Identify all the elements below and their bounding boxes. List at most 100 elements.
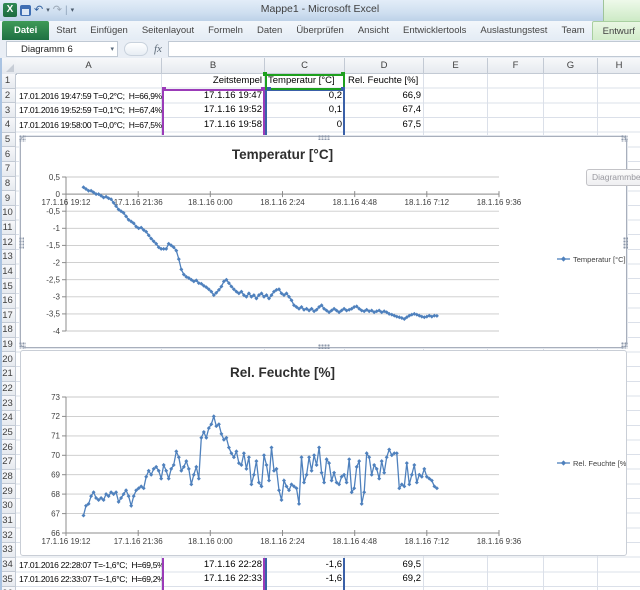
column-header-a[interactable]: A [16,58,162,74]
tab-formeln[interactable]: Formeln [201,21,250,40]
row-header-35[interactable]: 35 [0,572,16,587]
row-header-30[interactable]: 30 [0,499,16,514]
tab-daten[interactable]: Daten [250,21,289,40]
svg-text:18.1.16 9:36: 18.1.16 9:36 [477,537,522,546]
tab-ansicht[interactable]: Ansicht [351,21,396,40]
row-header-33[interactable]: 33 [0,543,16,558]
row-header-23[interactable]: 23 [0,396,16,411]
column-header-b[interactable]: B [162,58,265,74]
tab-team[interactable]: Team [554,21,591,40]
name-box-dropdown-icon[interactable]: ▾ [110,45,114,53]
row-header-27[interactable]: 27 [0,455,16,470]
row-header-29[interactable]: 29 [0,484,16,499]
worksheet-grid[interactable]: ABCDEFGH12345678910111213141516171819202… [0,58,640,590]
chart-resize-handle-top[interactable] [318,135,330,140]
row-header-7[interactable]: 7 [0,162,16,177]
row-header-3[interactable]: 3 [0,103,16,118]
row-header-20[interactable]: 20 [0,352,16,367]
svg-text:70: 70 [51,451,60,460]
row-header-5[interactable]: 5 [0,133,16,148]
column-header-d[interactable]: D [345,58,424,74]
row-header-15[interactable]: 15 [0,279,16,294]
svg-text:67: 67 [51,509,60,518]
tab-datei[interactable]: Datei [2,21,49,40]
chart-resize-handle-bottomleft[interactable] [19,342,26,349]
cell-A2[interactable]: 17.01.2016 19:47:59 T=0,2°C; H=66,9%; [16,89,162,104]
cell-A34[interactable]: 17.01.2016 22:28:07 T=-1,6°C; H=69,5%; [16,558,162,573]
svg-text:18.1.16 4:48: 18.1.16 4:48 [332,537,377,546]
window-title: Mappe1 - Microsoft Excel [0,3,640,15]
range-handle [341,87,345,91]
chart-resize-handle-right[interactable] [623,237,628,249]
insert-function-icon[interactable]: fx [154,43,162,55]
svg-text:68: 68 [51,490,60,499]
cell-D3[interactable]: 67,4 [345,103,424,118]
chart-rel-feuchte[interactable]: Rel. Feuchte [%]737271706968676617.1.16 … [20,350,627,556]
chart-temperatur[interactable]: Temperatur [°C]0,50-0,5-1-1,5-2-2,5-3-3,… [20,136,627,348]
row-header-28[interactable]: 28 [0,470,16,485]
row-header-6[interactable]: 6 [0,147,16,162]
row-header-8[interactable]: 8 [0,177,16,192]
row-header-2[interactable]: 2 [0,89,16,104]
row-header-4[interactable]: 4 [0,118,16,133]
tab-auslastungstest[interactable]: Auslastungstest [473,21,554,40]
row-header-25[interactable]: 25 [0,426,16,441]
column-header-h[interactable]: H [598,58,640,74]
ribbon-tab-bar: Datei StartEinfügenSeitenlayoutFormelnDa… [0,21,640,41]
select-all-corner[interactable] [0,58,17,75]
cell-A3[interactable]: 17.01.2016 19:52:59 T=0,1°C; H=67,4%; [16,103,162,118]
svg-text:72: 72 [51,412,60,421]
row-header-13[interactable]: 13 [0,250,16,265]
tab-entwicklertools[interactable]: Entwicklertools [396,21,473,40]
row-header-24[interactable]: 24 [0,411,16,426]
chart-resize-handle-topleft[interactable] [19,135,26,142]
tab-start[interactable]: Start [49,21,83,40]
row-header-14[interactable]: 14 [0,265,16,280]
title-bar: X ↶▾ ↷ |▾ Mappe1 - Microsoft Excel [0,0,640,22]
svg-text:Rel. Feuchte [%]: Rel. Feuchte [%] [573,459,626,468]
row-header-26[interactable]: 26 [0,440,16,455]
row-header-18[interactable]: 18 [0,323,16,338]
row-header-17[interactable]: 17 [0,309,16,324]
tab-überprüfen[interactable]: Überprüfen [289,21,351,40]
tab-seitenlayout[interactable]: Seitenlayout [135,21,201,40]
cell-D2[interactable]: 66,9 [345,89,424,104]
name-box[interactable]: Diagramm 6 ▾ [6,41,118,57]
chart-resize-handle-bottom[interactable] [318,344,330,349]
row-header-32[interactable]: 32 [0,528,16,543]
cell-D4[interactable]: 67,5 [345,118,424,133]
chart-resize-handle-left[interactable] [19,237,24,249]
cell-A4[interactable]: 17.01.2016 19:58:00 T=0,0°C; H=67,5%; [16,118,162,133]
chart-resize-handle-topright[interactable] [621,135,628,142]
cell-A35[interactable]: 17.01.2016 22:33:07 T=-1,6°C; H=69,2%; [16,572,162,587]
source-range-name [265,74,345,90]
chart-resize-handle-bottomright[interactable] [621,342,628,349]
formula-input[interactable] [168,41,640,57]
formula-bar: Diagramm 6 ▾ fx [0,40,640,59]
cell-D35[interactable]: 69,2 [345,572,424,587]
row-header-34[interactable]: 34 [0,558,16,573]
row-header-31[interactable]: 31 [0,514,16,529]
row-header-11[interactable]: 11 [0,221,16,236]
row-header-12[interactable]: 12 [0,235,16,250]
row-header-1[interactable]: 1 [0,74,16,89]
row-header-9[interactable]: 9 [0,191,16,206]
row-header-16[interactable]: 16 [0,294,16,309]
svg-text:18.1.16 2:24: 18.1.16 2:24 [260,537,305,546]
column-header-g[interactable]: G [544,58,598,74]
row-header-19[interactable]: 19 [0,338,16,353]
column-header-f[interactable]: F [488,58,544,74]
tab-entwurf[interactable]: Entwurf [592,21,640,40]
column-header-c[interactable]: C [265,58,345,74]
svg-text:69: 69 [51,471,60,480]
row-header-10[interactable]: 10 [0,206,16,221]
column-header-e[interactable]: E [424,58,488,74]
cell-B1[interactable]: Zeitstempel [162,74,265,89]
cell-D1[interactable]: Rel. Feuchte [%] [345,74,424,89]
chart-area-tooltip: Diagrammbereich [586,169,640,186]
formula-buttons-pill [124,42,148,56]
row-header-21[interactable]: 21 [0,367,16,382]
tab-einfügen[interactable]: Einfügen [83,21,135,40]
cell-D34[interactable]: 69,5 [345,558,424,573]
row-header-22[interactable]: 22 [0,382,16,397]
